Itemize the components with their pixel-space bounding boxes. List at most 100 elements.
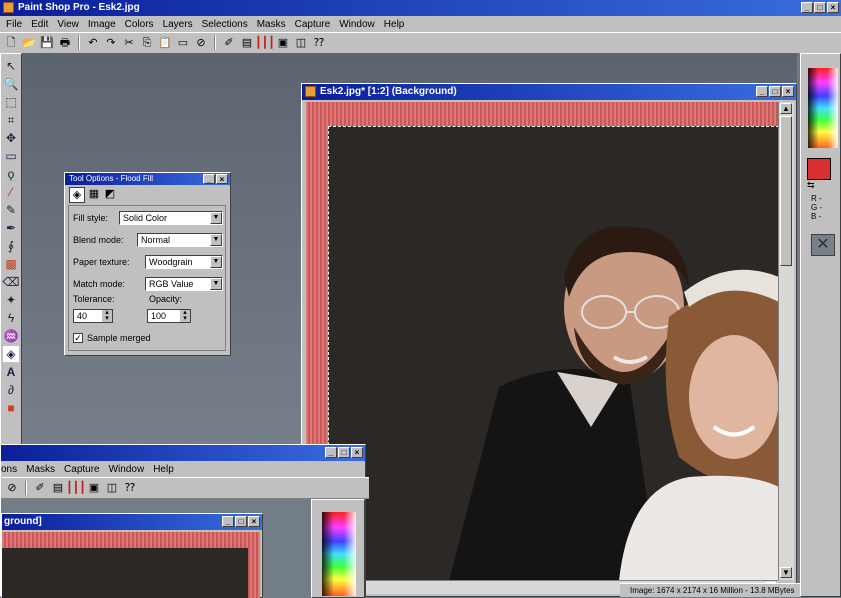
close-button[interactable]: × xyxy=(827,2,839,13)
move-tool-icon[interactable]: ✥ xyxy=(3,130,19,146)
open-icon[interactable]: 📂 xyxy=(22,36,36,50)
second-image-close-button[interactable]: × xyxy=(248,516,260,527)
brush-icon[interactable]: ✐ xyxy=(222,36,236,50)
fill-tab-icon[interactable]: ◈ xyxy=(69,187,85,203)
lasso-tool-icon[interactable]: ϙ xyxy=(3,166,19,182)
brush-icon[interactable]: ✐ xyxy=(33,481,47,495)
second-menu-window[interactable]: Window xyxy=(109,464,145,475)
color-replacer-icon[interactable]: ∮ xyxy=(3,238,19,254)
second-color-palette[interactable] xyxy=(322,512,356,596)
new-icon[interactable]: 🗋 xyxy=(4,36,18,50)
stop-icon[interactable]: ⊘ xyxy=(5,481,19,495)
view-icon[interactable]: ▭ xyxy=(176,36,190,50)
text-tool-icon[interactable]: A xyxy=(3,364,19,380)
crop-tool-icon[interactable]: ⌗ xyxy=(3,112,19,128)
menu-file[interactable]: File xyxy=(6,19,22,30)
second-menu-selections[interactable]: ons xyxy=(1,464,17,475)
spin-arrows-icon[interactable]: ▴ ▾ xyxy=(102,309,112,322)
second-menu-capture[interactable]: Capture xyxy=(64,464,100,475)
fill-style-select[interactable]: Solid Color ▼ xyxy=(119,211,223,225)
minimize-button[interactable]: _ xyxy=(801,2,813,13)
paintbrush-tool-icon[interactable]: ✎ xyxy=(3,202,19,218)
scroll-down-button[interactable]: ▼ xyxy=(780,567,792,578)
second-image-maximize-button[interactable]: □ xyxy=(235,516,247,527)
save-icon[interactable]: 💾 xyxy=(40,36,54,50)
image-maximize-button[interactable]: □ xyxy=(769,86,781,97)
menu-selections[interactable]: Selections xyxy=(202,19,248,30)
cut-icon[interactable]: ✂ xyxy=(122,36,136,50)
clone-tool-icon[interactable]: ✒ xyxy=(3,220,19,236)
redo-icon[interactable]: ↷ xyxy=(104,36,118,50)
image-close-button[interactable]: × xyxy=(782,86,794,97)
maximize-button[interactable]: □ xyxy=(814,2,826,13)
menu-view[interactable]: View xyxy=(57,19,79,30)
no-texture-icon[interactable]: ✕ xyxy=(811,234,835,256)
layers-icon[interactable]: ▤ xyxy=(51,481,65,495)
gradient-tab-icon[interactable]: ◩ xyxy=(103,187,117,201)
shape-tool-icon[interactable]: ■ xyxy=(3,400,19,416)
second-menu-help[interactable]: Help xyxy=(153,464,174,475)
second-image-canvas[interactable] xyxy=(2,532,260,598)
deform-tool-icon[interactable]: ⬚ xyxy=(3,94,19,110)
draw-tool-icon[interactable]: ∂ xyxy=(3,382,19,398)
paper-texture-select[interactable]: Woodgrain ▼ xyxy=(145,255,223,269)
second-maximize-button[interactable]: □ xyxy=(338,447,350,458)
flood-fill-icon[interactable]: ♒ xyxy=(3,328,19,344)
zoom-tool-icon[interactable]: 🔍 xyxy=(3,76,19,92)
image-icon[interactable]: ▣ xyxy=(276,36,290,50)
menu-image[interactable]: Image xyxy=(88,19,116,30)
palette-icon[interactable]: ◫ xyxy=(105,481,119,495)
print-icon[interactable]: 🖶 xyxy=(58,36,72,50)
chevron-down-icon[interactable]: ▼ xyxy=(210,278,222,290)
chevron-down-icon[interactable]: ▼ xyxy=(210,212,222,224)
undo-icon[interactable]: ↶ xyxy=(86,36,100,50)
retouch-tool-icon[interactable]: ▩ xyxy=(3,256,19,272)
foreground-color-swatch[interactable] xyxy=(807,158,831,180)
palette-icon[interactable]: ◫ xyxy=(294,36,308,50)
color-palette[interactable] xyxy=(808,68,838,148)
second-image-minimize-button[interactable]: _ xyxy=(222,516,234,527)
menu-edit[interactable]: Edit xyxy=(31,19,48,30)
scroll-thumb[interactable] xyxy=(780,116,792,266)
dropper-tool-icon[interactable]: ⁄ xyxy=(3,184,19,200)
menu-layers[interactable]: Layers xyxy=(163,19,193,30)
menu-capture[interactable]: Capture xyxy=(295,19,331,30)
eraser-tool-icon[interactable]: ⌫ xyxy=(3,274,20,290)
image-icon[interactable]: ▣ xyxy=(87,481,101,495)
spin-arrows-icon[interactable]: ▴ ▾ xyxy=(180,309,190,322)
image-canvas[interactable] xyxy=(306,102,778,580)
vertical-scrollbar[interactable]: ▲ ▼ xyxy=(778,102,794,580)
paste-icon[interactable]: 📋 xyxy=(158,36,172,50)
tolerance-stepper[interactable]: 40 ▴ ▾ xyxy=(73,309,113,323)
copy-icon[interactable]: ⎘ xyxy=(140,36,154,50)
menu-window[interactable]: Window xyxy=(339,19,375,30)
menu-help[interactable]: Help xyxy=(384,19,405,30)
chevron-down-icon[interactable]: ▼ xyxy=(210,256,222,268)
airbrush-tool-icon[interactable]: ϟ xyxy=(3,310,19,326)
help-icon[interactable]: ⁇ xyxy=(312,36,326,50)
menu-masks[interactable]: Masks xyxy=(257,19,286,30)
opacity-stepper[interactable]: 100 ▴ ▾ xyxy=(147,309,191,323)
tool-options-minimize-button[interactable]: _ xyxy=(203,174,215,184)
second-close-button[interactable]: × xyxy=(351,447,363,458)
second-minimize-button[interactable]: _ xyxy=(325,447,337,458)
flood-fill-active-icon[interactable]: ◈ xyxy=(3,346,19,362)
picture-tube-icon[interactable]: ✦ xyxy=(3,292,19,308)
bars-icon[interactable]: ┃┃┃ xyxy=(255,36,275,50)
match-mode-select[interactable]: RGB Value ▼ xyxy=(145,277,223,291)
pattern-tab-icon[interactable]: ▦ xyxy=(87,187,101,201)
arrow-tool-icon[interactable]: ↖ xyxy=(3,58,19,74)
blend-mode-select[interactable]: Normal ▼ xyxy=(137,233,223,247)
chevron-down-icon[interactable]: ▼ xyxy=(210,234,222,246)
sample-merged-checkbox[interactable]: ✓ xyxy=(73,333,83,343)
help-icon[interactable]: ⁇ xyxy=(123,481,137,495)
swap-colors-icon[interactable]: ⇆ xyxy=(807,180,815,191)
tool-options-close-button[interactable]: × xyxy=(216,174,228,184)
scroll-up-button[interactable]: ▲ xyxy=(780,103,792,114)
stop-icon[interactable]: ⊘ xyxy=(194,36,208,50)
menu-colors[interactable]: Colors xyxy=(125,19,154,30)
bars-icon[interactable]: ┃┃┃ xyxy=(66,481,86,495)
layers-icon[interactable]: ▤ xyxy=(240,36,254,50)
second-menu-masks[interactable]: Masks xyxy=(26,464,55,475)
image-minimize-button[interactable]: _ xyxy=(756,86,768,97)
